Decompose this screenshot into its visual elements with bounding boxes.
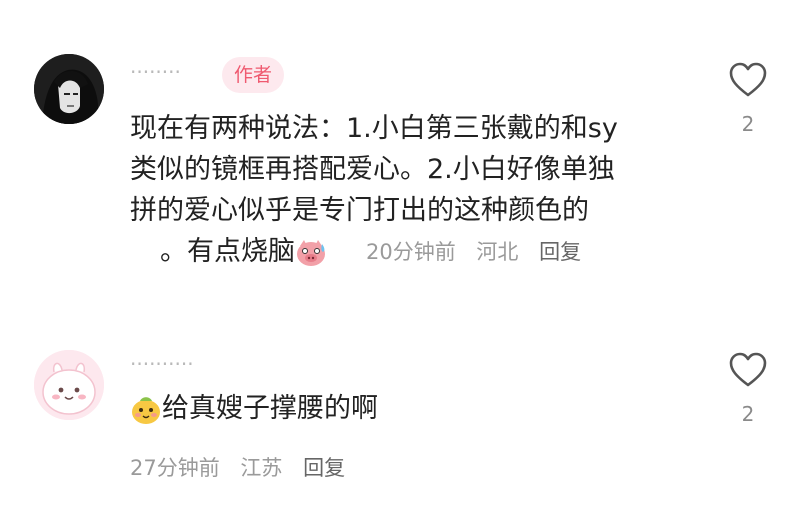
like-button[interactable]: 2 [724, 62, 772, 136]
heart-outline-icon[interactable] [728, 352, 768, 392]
username[interactable]: ·········· [130, 352, 194, 376]
comment-text-content: 给真嫂子撑腰的啊 [162, 393, 378, 424]
comment-location: 江苏 [240, 456, 283, 480]
username[interactable]: ········ [130, 60, 181, 84]
comment-text: 给真嫂子撑腰的啊 [130, 388, 650, 429]
heart-outline-icon[interactable] [728, 62, 768, 102]
comment-time: 20分钟前 [366, 240, 456, 264]
comment-time: 27分钟前 [130, 456, 220, 480]
yellow-cute-emoji-icon [130, 395, 162, 425]
comment-item: ········ 作者 现在有两种说法：1.小白第三张戴的和sy 类似的镜框再搭… [0, 0, 800, 300]
comment-text-line: 拼的爱心似乎是专门打出的这种颜色的 [130, 195, 589, 226]
reply-button[interactable]: 回复 [539, 240, 581, 264]
comment-item: ·········· 给真嫂子撑腰的啊 27分钟前 江苏 回复 2 [0, 330, 800, 523]
avatar[interactable] [34, 350, 104, 420]
like-count: 2 [741, 112, 755, 136]
comment-text-line-end: 。有点烧脑 [160, 236, 295, 267]
comment-meta: 27分钟前 江苏 回复 [130, 452, 345, 482]
comment-text-line: 现在有两种说法：1.小白第三张戴的和sy [130, 113, 618, 144]
author-badge: 作者 [222, 57, 284, 93]
comment-meta: 20分钟前 河北 回复 [366, 236, 581, 266]
comment-text-line: 类似的镜框再搭配爱心。2.小白好像单独 [130, 154, 615, 185]
avatar[interactable] [34, 54, 104, 124]
sweating-pig-emoji-icon [295, 238, 327, 268]
comment-text-line: 给真嫂子撑腰的啊 [130, 388, 650, 429]
reply-button[interactable]: 回复 [303, 456, 345, 480]
comment-location: 河北 [476, 240, 519, 264]
like-button[interactable]: 2 [724, 352, 772, 426]
like-count: 2 [741, 402, 755, 426]
